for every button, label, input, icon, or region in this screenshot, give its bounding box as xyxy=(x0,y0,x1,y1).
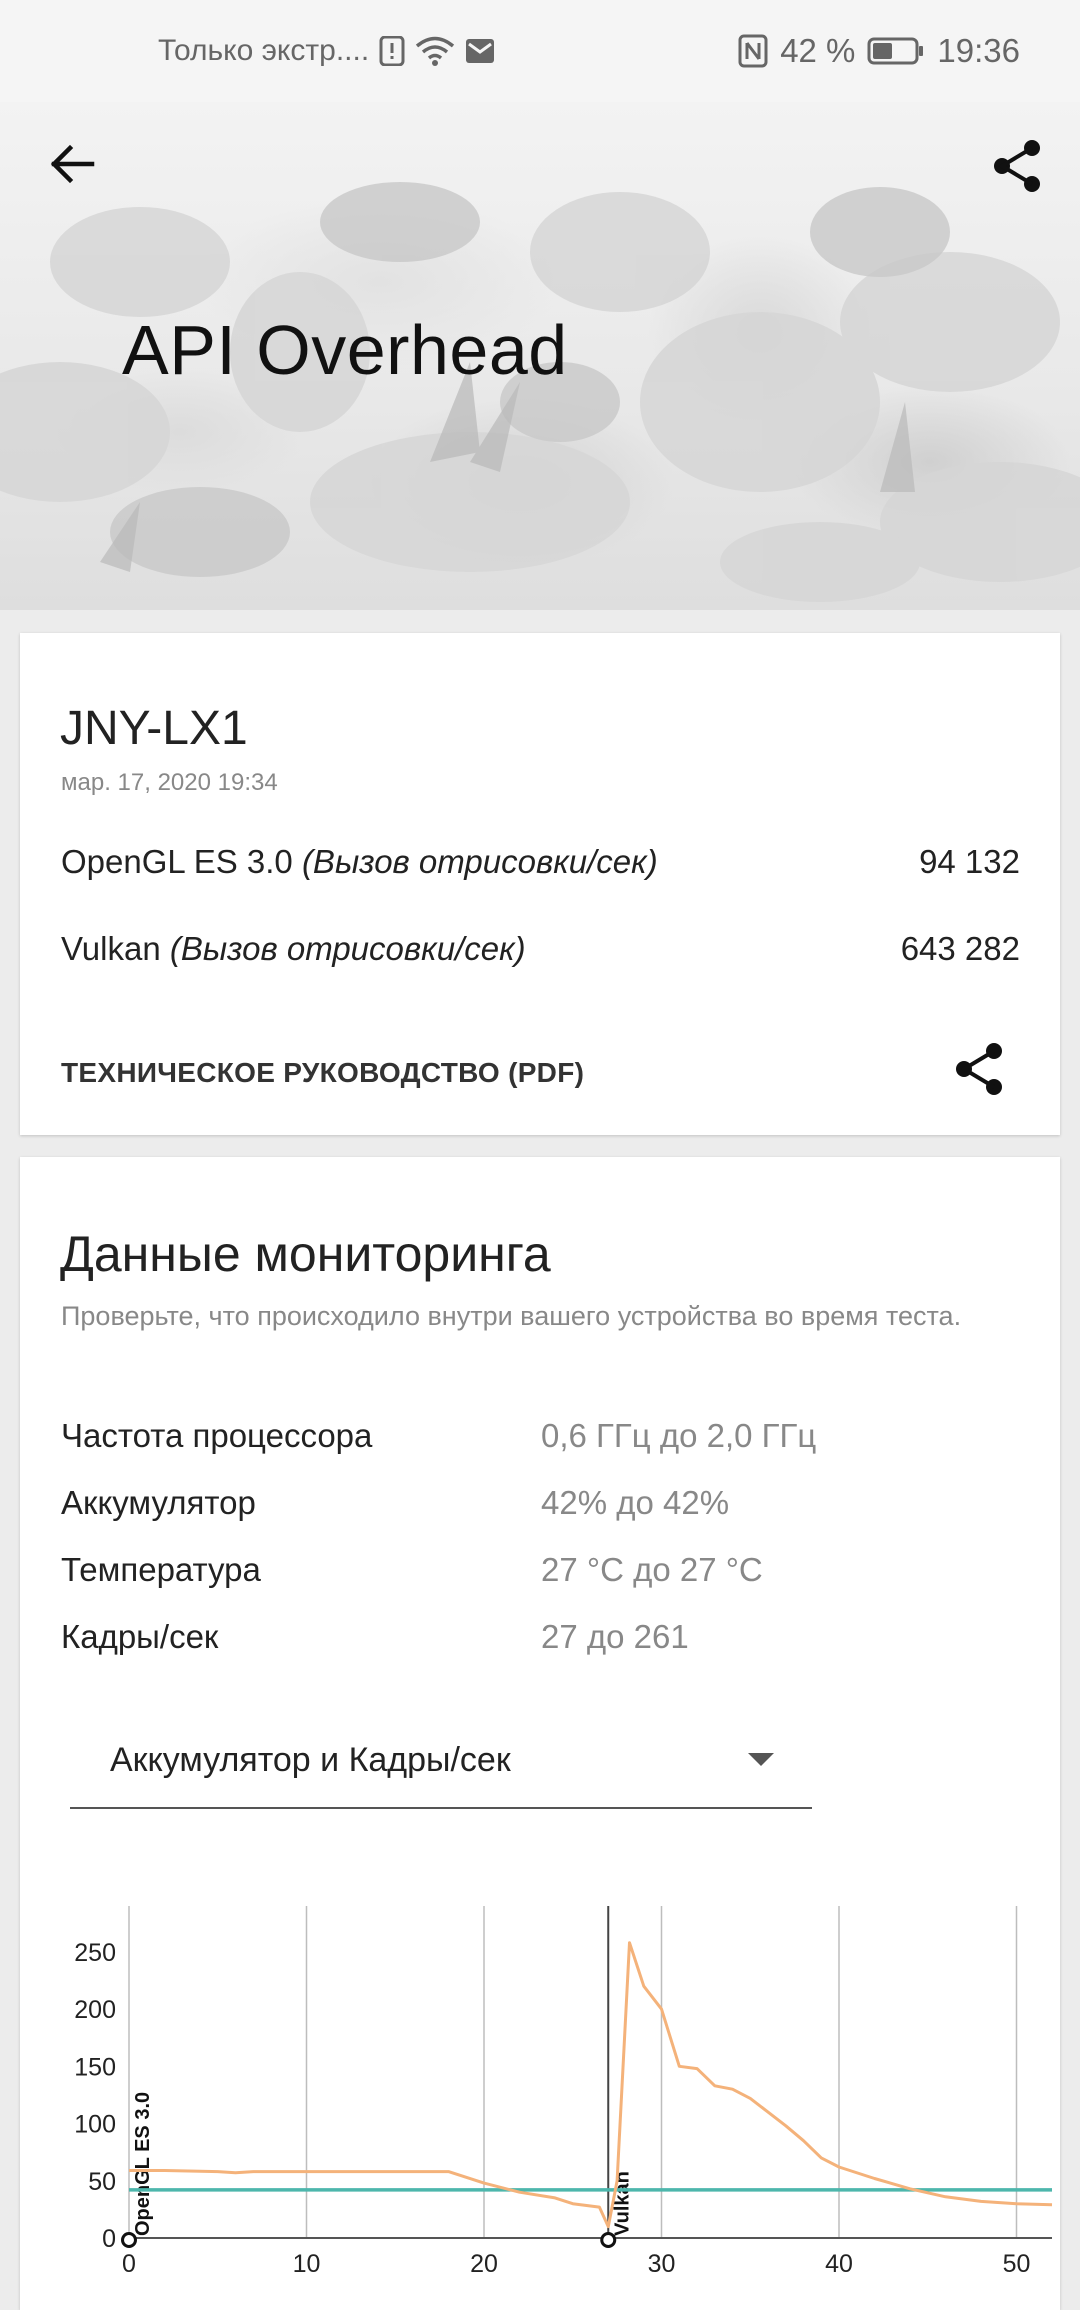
score-name: Vulkan xyxy=(61,930,161,967)
score-name: OpenGL ES 3.0 xyxy=(61,843,293,880)
battery-percent: 42 % xyxy=(780,32,856,69)
monitoring-key: Температура xyxy=(61,1551,261,1588)
score-row: Vulkan (Вызов отрисовки/сек) 643 282 xyxy=(61,930,1020,968)
share-icon[interactable] xyxy=(990,138,1046,194)
score-value: 643 282 xyxy=(900,930,1020,967)
status-bar-left: Только экстр.... xyxy=(158,0,495,102)
x-tick-label: 0 xyxy=(122,2250,136,2278)
test-marker-label: Vulkan xyxy=(611,2171,633,2236)
monitoring-subtitle: Проверьте, что происходило внутри вашего… xyxy=(61,1301,962,1331)
score-unit: (Вызов отрисовки/сек) xyxy=(301,843,658,880)
y-tick-label: 150 xyxy=(74,2053,116,2081)
page-title: API Overhead xyxy=(122,311,568,389)
y-tick-label: 250 xyxy=(74,1939,116,1967)
notification-text: Только экстр.... xyxy=(158,34,370,67)
device-name: JNY-LX1 xyxy=(60,702,248,755)
x-tick-label: 50 xyxy=(1003,2250,1031,2278)
monitoring-value: 27 °C до 27 °C xyxy=(541,1551,763,1588)
clock: 19:36 xyxy=(937,32,1020,69)
test-date: мар. 17, 2020 19:34 xyxy=(61,769,278,796)
test-marker-label: OpenGL ES 3.0 xyxy=(132,2092,154,2236)
dropdown-arrow-icon xyxy=(748,1753,774,1766)
wifi-icon xyxy=(416,36,455,66)
status-bar: Только экстр.... 42 % 19:36 xyxy=(0,0,1080,102)
alert-icon xyxy=(379,36,405,66)
score-label: Vulkan (Вызов отрисовки/сек) xyxy=(61,930,526,968)
monitoring-value: 0,6 ГГц до 2,0 ГГц xyxy=(541,1417,817,1454)
score-unit: (Вызов отрисовки/сек) xyxy=(169,930,526,967)
share-icon[interactable] xyxy=(952,1041,1008,1097)
test-marker-dot xyxy=(600,2232,617,2248)
y-tick-label: 200 xyxy=(74,1996,116,2024)
series-line xyxy=(129,1941,1053,2229)
chart-metric-dropdown[interactable]: Аккумулятор и Кадры/сек xyxy=(70,1717,812,1809)
x-tick-label: 40 xyxy=(825,2250,853,2278)
x-tick-label: 30 xyxy=(648,2250,676,2278)
monitoring-title: Данные мониторинга xyxy=(60,1226,551,1282)
dropdown-selected-value: Аккумулятор и Кадры/сек xyxy=(110,1741,511,1779)
back-arrow-icon[interactable] xyxy=(46,138,98,190)
score-row: OpenGL ES 3.0 (Вызов отрисовки/сек) 94 1… xyxy=(61,843,1020,881)
mail-icon xyxy=(466,39,495,63)
monitoring-chart: 0 10 20 30 40 50 0 50 100 150 200 250 OpenGL ES 3.0 V… xyxy=(74,1906,1053,2278)
result-card: JNY-LX1 мар. 17, 2020 19:34 OpenGL ES 3.… xyxy=(20,633,1060,1135)
y-tick-label: 0 xyxy=(102,2225,116,2253)
y-tick-label: 50 xyxy=(88,2168,116,2196)
nfc-icon xyxy=(738,34,768,68)
score-label: OpenGL ES 3.0 (Вызов отрисовки/сек) xyxy=(61,843,658,881)
status-bar-right: 42 % 19:36 xyxy=(738,0,1020,102)
monitoring-card: Данные мониторинга Проверьте, что происх… xyxy=(20,1157,1060,2310)
technical-guide-link[interactable]: ТЕХНИЧЕСКОЕ РУКОВОДСТВО (PDF) xyxy=(61,1057,584,1089)
x-tick-label: 10 xyxy=(293,2250,321,2278)
monitoring-key: Частота процессора xyxy=(61,1417,373,1454)
battery-icon xyxy=(867,37,924,65)
monitoring-value: 42% до 42% xyxy=(541,1484,730,1521)
monitoring-key: Кадры/сек xyxy=(61,1618,219,1655)
x-tick-label: 20 xyxy=(470,2250,498,2278)
test-marker-dot xyxy=(121,2232,137,2248)
y-tick-label: 100 xyxy=(74,2111,116,2139)
score-value: 94 132 xyxy=(919,843,1020,880)
monitoring-key: Аккумулятор xyxy=(61,1484,256,1521)
hero-header: API Overhead xyxy=(0,102,1080,610)
monitoring-value: 27 до 261 xyxy=(541,1618,689,1655)
